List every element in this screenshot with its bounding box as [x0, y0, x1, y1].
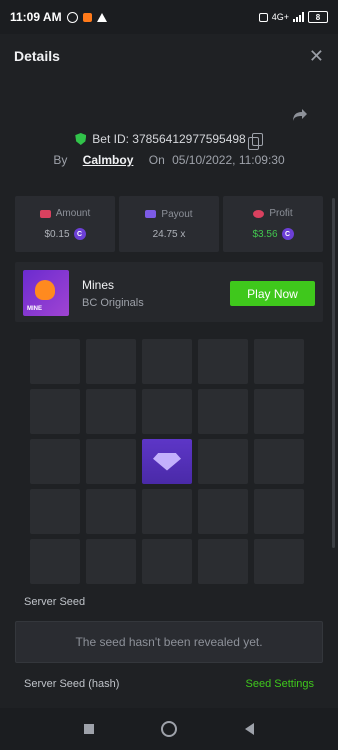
amount-value: $0.15	[44, 228, 70, 240]
battery-level: 8	[315, 12, 321, 22]
bet-datetime: 05/10/2022, 11:09:30	[172, 153, 285, 167]
amount-value-row: $0.15 C	[44, 228, 86, 240]
grid-tile	[86, 539, 136, 584]
game-provider: BC Originals	[82, 297, 144, 309]
scrollbar[interactable]	[332, 198, 335, 548]
grid-tile	[142, 339, 192, 384]
back-icon[interactable]	[245, 723, 255, 735]
wallet-icon	[39, 209, 51, 218]
server-seed-text: The seed hasn't been revealed yet.	[75, 635, 263, 649]
grid-tile	[30, 339, 80, 384]
home-icon[interactable]	[161, 721, 178, 737]
gem-tile	[142, 439, 192, 484]
grid-tile	[86, 339, 136, 384]
server-seed-label: Server Seed	[24, 596, 86, 608]
grid-tile	[198, 489, 248, 534]
system-nav-bar	[0, 708, 338, 750]
grid-tile	[198, 389, 248, 434]
grid-tile	[30, 539, 80, 584]
close-icon[interactable]: ✕	[309, 47, 324, 65]
amount-label: Amount	[55, 208, 91, 219]
warning-icon	[96, 12, 107, 22]
grid-tile	[254, 539, 304, 584]
status-bar: 11:09 AM 4G+ 8	[0, 0, 338, 34]
share-icon[interactable]	[292, 108, 308, 122]
vibrate-icon	[258, 12, 268, 22]
server-seed-hash-row: Server Seed (hash) Seed Settings	[24, 678, 314, 690]
username-link[interactable]: Calmboy	[83, 153, 134, 167]
seed-settings-link[interactable]: Seed Settings	[246, 678, 315, 690]
verified-shield-icon	[75, 133, 87, 145]
mines-game-thumbnail[interactable]	[23, 270, 69, 316]
battery-icon: 8	[308, 11, 328, 23]
page-title: Details	[14, 48, 60, 64]
grid-tile	[142, 489, 192, 534]
grid-tile	[86, 489, 136, 534]
coin-icon: C	[281, 228, 294, 240]
copy-icon[interactable]	[247, 132, 263, 150]
mines-grid	[30, 339, 306, 586]
signal-icon	[293, 12, 304, 22]
profit-value: $3.56	[252, 228, 278, 240]
grid-tile	[30, 439, 80, 484]
grid-tile	[254, 489, 304, 534]
network-type: 4G+	[271, 12, 289, 22]
gem-icon	[153, 452, 181, 471]
grid-tile	[142, 389, 192, 434]
details-content: Bet ID: 378564129775954​98 By Calmboy On…	[0, 78, 338, 708]
game-name: Mines	[82, 278, 115, 292]
grid-tile	[198, 339, 248, 384]
grid-tile	[198, 439, 248, 484]
grid-tile	[30, 389, 80, 434]
payout-stat: Payout 24.75 x	[119, 196, 219, 252]
payout-value: 24.75 x	[152, 228, 186, 240]
profit-value-row: $3.56 C	[252, 228, 294, 240]
grid-tile	[254, 389, 304, 434]
status-time: 11:09 AM	[10, 10, 62, 24]
server-seed-hash-label: Server Seed (hash)	[24, 678, 120, 690]
payout-label: Payout	[161, 208, 193, 220]
bet-id: Bet ID: 378564129775954​98	[92, 132, 246, 146]
profit-label: Profit	[269, 208, 293, 219]
server-seed-box: The seed hasn't been revealed yet.	[15, 621, 323, 663]
play-now-button[interactable]: Play Now	[230, 281, 315, 306]
details-header: Details ✕	[0, 34, 338, 78]
status-right: 4G+ 8	[258, 11, 328, 23]
bet-stats: Amount $0.15 C Payout 24.75 x Profit $3.…	[15, 196, 323, 252]
payout-value-row: 24.75 x	[153, 229, 186, 240]
profit-stat: Profit $3.56 C	[223, 196, 323, 252]
grid-tile	[86, 389, 136, 434]
alarm-icon	[66, 11, 78, 23]
status-left: 11:09 AM	[10, 10, 107, 24]
payout-label-row: Payout	[145, 208, 193, 220]
grid-tile	[198, 539, 248, 584]
game-card: Mines BC Originals Play Now	[15, 262, 323, 322]
on-label: On	[148, 153, 165, 167]
amount-stat: Amount $0.15 C	[15, 196, 115, 252]
profit-label-row: Profit	[253, 208, 293, 219]
coin-icon: C	[73, 228, 86, 240]
bet-id-row: Bet ID: 378564129775954​98	[0, 132, 338, 150]
card-icon	[145, 210, 157, 218]
grid-tile	[86, 439, 136, 484]
grid-tile	[30, 489, 80, 534]
recents-icon[interactable]	[83, 724, 94, 734]
grid-tile	[254, 439, 304, 484]
amount-label-row: Amount	[39, 208, 91, 219]
app-notification-icon	[82, 12, 92, 22]
profit-icon	[253, 209, 265, 218]
grid-tile	[254, 339, 304, 384]
grid-tile	[142, 539, 192, 584]
by-label: By	[53, 153, 68, 167]
bet-byline: By Calmboy On 05/10/2022, 11:09:30	[0, 153, 338, 167]
